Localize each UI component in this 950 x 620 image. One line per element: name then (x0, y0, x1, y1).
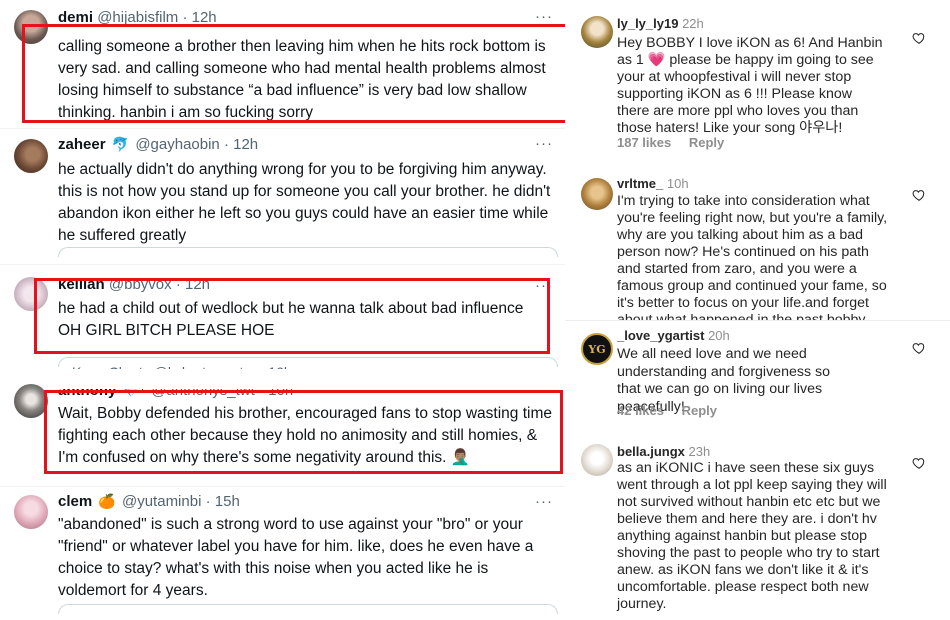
tweet[interactable]: demi @hijabisfilm · 12h ··· calling some… (0, 0, 565, 128)
twitter-thread: demi @hijabisfilm · 12h ··· calling some… (0, 0, 565, 620)
more-options-icon[interactable]: ··· (535, 277, 553, 294)
tweet-header: clem 🍊 @yutaminbi · 15h (58, 493, 240, 510)
comment: bella.jungx 23h as an iKONIC i have seen… (565, 438, 950, 620)
yg-logo: YG (588, 342, 606, 356)
reply-button[interactable]: Reply (682, 403, 717, 418)
tweet-handle[interactable]: @gayhaobin (135, 136, 219, 153)
avatar[interactable] (581, 178, 613, 210)
comment-text: Hey BOBBY I love iKON as 6! And Hanbin a… (617, 35, 883, 136)
heart-icon[interactable] (912, 456, 926, 470)
comment-header: vrltme_ 10h (617, 176, 689, 191)
avatar[interactable] (14, 384, 48, 418)
tweet-text: "abandoned" is such a strong word to use… (58, 516, 534, 599)
comment-username[interactable]: ly_ly_ly19 (617, 16, 678, 31)
comment-time[interactable]: 20h (708, 328, 730, 343)
heart-icon[interactable] (912, 188, 926, 202)
tweet-time[interactable]: · 15h (206, 493, 240, 510)
avatar[interactable] (14, 277, 48, 311)
avatar[interactable] (581, 444, 613, 476)
comment-username[interactable]: vrltme_ (617, 176, 663, 191)
tweet-author-name[interactable]: demi (58, 9, 93, 26)
tweet-text: he actually didn't do anything wrong for… (58, 161, 551, 244)
tweet-header: anthony 💎⁷ @anthonys_twt · 10h (58, 382, 293, 399)
tweet-author-name[interactable]: clem (58, 493, 92, 510)
comment: YG _love_ygartist 20h We all need love a… (565, 320, 950, 438)
tweet-time[interactable]: · 12h (224, 136, 258, 153)
comment-time[interactable]: 22h (682, 16, 704, 31)
more-options-icon[interactable]: ··· (535, 135, 553, 152)
comment-username[interactable]: bella.jungx (617, 444, 685, 459)
tweet-time[interactable]: · 12h (176, 276, 210, 293)
tweet-time[interactable]: · 12h (182, 9, 216, 26)
tweet[interactable]: anthony 💎⁷ @anthonys_twt · 10h Wait, Bob… (0, 376, 565, 486)
comment-actions: 42 likes Reply (617, 403, 731, 418)
more-options-icon[interactable]: ··· (535, 493, 553, 510)
comment-header: ly_ly_ly19 22h (617, 16, 704, 31)
comment-header: _love_ygartist 20h (617, 328, 730, 343)
reply-button[interactable]: Reply (689, 135, 724, 150)
orange-emoji: 🍊 (98, 493, 116, 509)
gem-emoji: 💎⁷ (122, 382, 146, 398)
avatar[interactable]: YG (581, 333, 613, 365)
tweet-header: kellian @bbyvox · 12h (58, 276, 210, 293)
avatar[interactable] (14, 139, 48, 173)
tweet-author-name[interactable]: zaheer (58, 136, 106, 153)
like-count[interactable]: 187 likes (617, 135, 671, 150)
tweet[interactable]: clem 🍊 @yutaminbi · 15h ··· "abandoned" … (0, 487, 565, 620)
quoted-tweet-preview[interactable]: Kpop Charts @kchartsmaster · 16h (72, 361, 512, 369)
comment-header: bella.jungx 23h (617, 444, 710, 459)
tweet-author-name[interactable]: anthony (58, 389, 116, 399)
more-options-icon[interactable]: ··· (535, 8, 553, 25)
tweet-time[interactable]: · 10h (259, 389, 293, 399)
tweet-handle[interactable]: @yutaminbi (122, 493, 201, 510)
heart-icon[interactable] (912, 31, 926, 45)
comment-actions: 187 likes Reply (617, 135, 738, 150)
comment: ly_ly_ly19 22h Hey BOBBY I love iKON as … (565, 0, 950, 162)
instagram-comments: ly_ly_ly19 22h Hey BOBBY I love iKON as … (565, 0, 950, 620)
tweet-author-name[interactable]: kellian (58, 276, 105, 293)
comment-text: as an iKONIC i have seen these six guys … (617, 460, 887, 612)
like-count[interactable]: 42 likes (617, 403, 664, 418)
tweet-handle[interactable]: @hijabisfilm (97, 9, 178, 26)
comment-text: I'm trying to take into consideration wh… (617, 193, 888, 320)
dolphin-emoji: 🐬 (111, 136, 130, 152)
tweet-header: zaheer 🐬 @gayhaobin · 12h (58, 136, 258, 153)
quoted-tweet-card[interactable] (58, 247, 558, 257)
tweet-handle[interactable]: @anthonys_twt (151, 389, 255, 399)
avatar[interactable] (14, 495, 48, 529)
tweet[interactable]: zaheer 🐬 @gayhaobin · 12h ··· he actuall… (0, 129, 565, 264)
comment-username[interactable]: _love_ygartist (617, 328, 704, 343)
tweet-text: calling someone a brother then leaving h… (58, 38, 546, 121)
tweet-text: he had a child out of wedlock but he wan… (58, 300, 524, 339)
tweet-header: demi @hijabisfilm · 12h (58, 9, 217, 26)
tweet[interactable]: kellian @bbyvox · 12h ··· he had a child… (0, 265, 565, 375)
tweet-text: Wait, Bobby defended his brother, encour… (58, 405, 553, 466)
comment-time[interactable]: 10h (667, 176, 689, 191)
comment-time[interactable]: 23h (689, 444, 711, 459)
quoted-tweet-card[interactable] (58, 604, 558, 614)
avatar[interactable] (581, 16, 613, 48)
comment: vrltme_ 10h I'm trying to take into cons… (565, 162, 950, 320)
avatar[interactable] (14, 10, 48, 44)
heart-icon[interactable] (912, 341, 926, 355)
tweet-handle[interactable]: @bbyvox (109, 276, 172, 293)
